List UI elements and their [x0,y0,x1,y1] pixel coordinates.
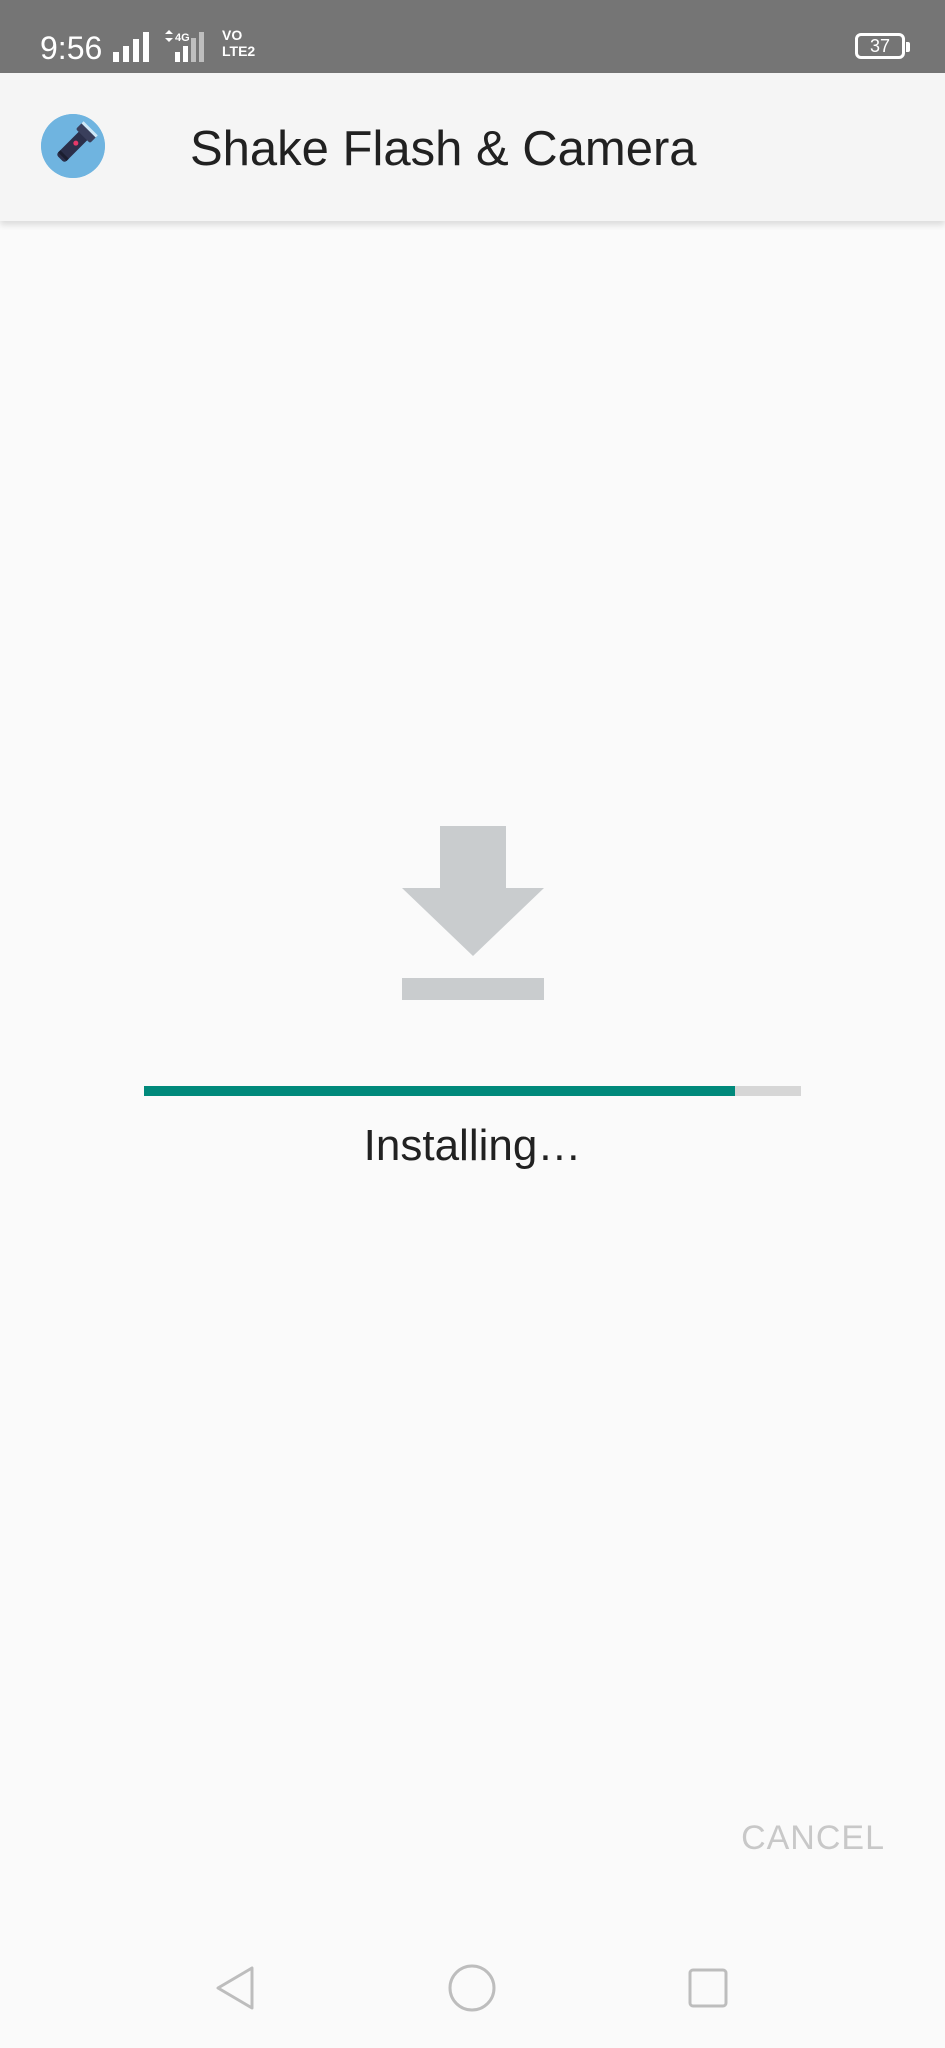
download-icon [402,826,544,1000]
navigation-bar [0,1930,945,2048]
install-status-text: Installing… [363,1121,582,1170]
status-time: 9:56 [40,30,103,66]
home-circle-icon[interactable] [442,1958,502,2018]
app-title: Shake Flash & Camera [190,122,697,176]
cancel-button[interactable]: CANCEL [733,1810,893,1866]
volte-icon: VO LTE2 [222,28,255,58]
install-screen: 9:56 4G VO LTE2 37 Shake Flash & Camera … [0,0,945,2048]
volte-label-bottom: LTE2 [222,43,256,59]
install-progress-bar [144,1086,801,1096]
flashlight-icon [41,114,105,178]
battery-icon: 37 [855,33,910,59]
recents-square-icon[interactable] [678,1958,738,2018]
battery-level: 37 [869,36,891,56]
mobile-data-signal-icon: 4G [165,30,204,62]
status-bar: 9:56 4G VO LTE2 37 [0,0,945,73]
app-bar: Shake Flash & Camera [0,73,945,221]
install-progress-fill [144,1086,736,1096]
volte-label-top: VO [222,27,243,43]
network-type-label: 4G [175,32,190,44]
back-triangle-icon[interactable] [206,1958,266,2018]
signal-strength-icon [113,32,149,62]
